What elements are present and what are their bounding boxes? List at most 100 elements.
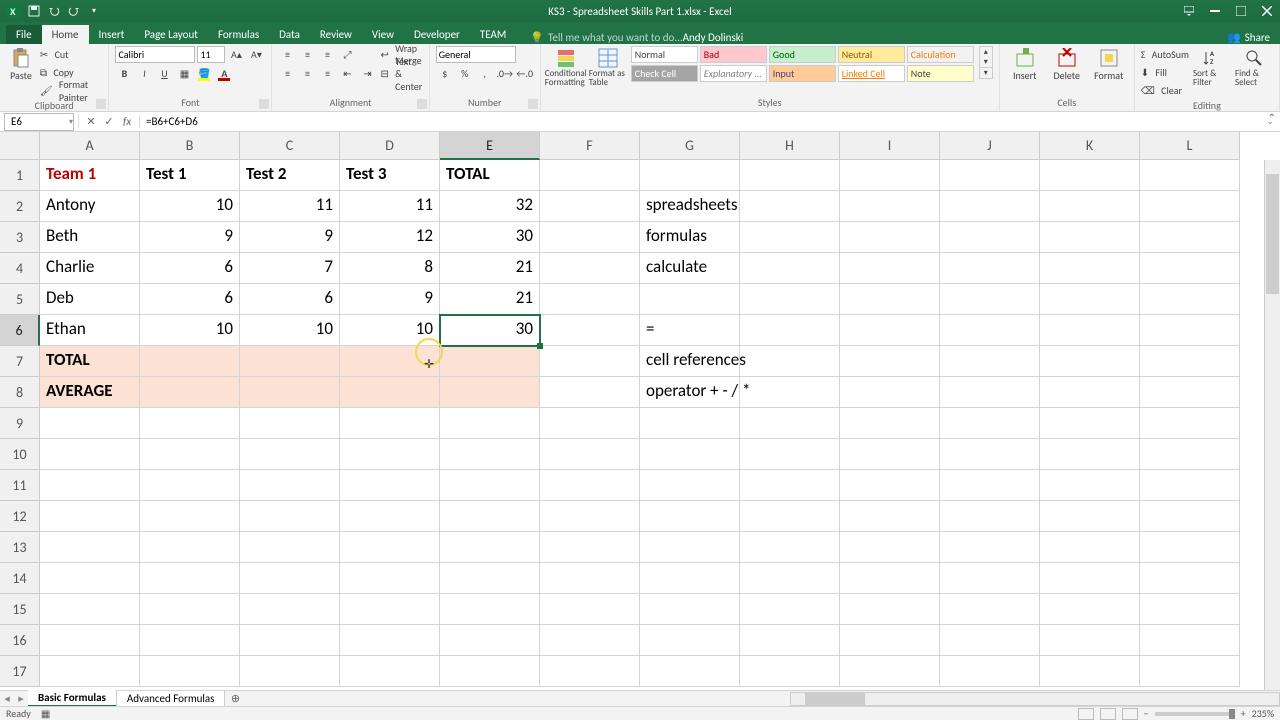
cell-H10[interactable] — [740, 439, 840, 470]
tab-data[interactable]: Data — [269, 25, 310, 44]
cell-L1[interactable] — [1140, 160, 1240, 191]
cell-D17[interactable] — [340, 656, 440, 687]
cell-J12[interactable] — [940, 501, 1040, 532]
align-middle-icon[interactable]: ≡ — [298, 46, 316, 63]
cell-A15[interactable] — [40, 594, 140, 625]
cell-I2[interactable] — [840, 191, 940, 222]
formula-input[interactable]: =B6+C6+D6 — [140, 115, 1266, 128]
cell-H6[interactable] — [740, 315, 840, 346]
cell-D7[interactable] — [340, 346, 440, 377]
cell-H14[interactable] — [740, 563, 840, 594]
cell-A2[interactable]: Antony — [40, 191, 140, 222]
accept-formula-icon[interactable]: ✓ — [101, 115, 117, 128]
cell-I4[interactable] — [840, 253, 940, 284]
format-painter-button[interactable]: 🖌 Format Painter — [40, 82, 103, 99]
styles-gallery-more[interactable]: ▴ ▾ ▾ — [979, 46, 993, 79]
tell-me-search[interactable]: 💡 Tell me what you want to do... — [530, 31, 682, 44]
cell-H8[interactable] — [740, 377, 840, 408]
insert-cells-button[interactable]: Insert — [1006, 46, 1044, 82]
page-layout-view-icon[interactable] — [1100, 708, 1116, 720]
cell-J9[interactable] — [940, 408, 1040, 439]
cell-E8[interactable] — [440, 377, 540, 408]
cell-F17[interactable] — [540, 656, 640, 687]
cell-A13[interactable] — [40, 532, 140, 563]
cell-C2[interactable]: 11 — [240, 191, 340, 222]
cell-D6[interactable]: 10 — [340, 315, 440, 346]
cell-D11[interactable] — [340, 470, 440, 501]
cancel-formula-icon[interactable]: ✕ — [83, 115, 99, 128]
sort-filter-button[interactable]: AZ Sort & Filter — [1193, 46, 1231, 87]
align-center-icon[interactable]: ≡ — [298, 65, 316, 82]
cell-D13[interactable] — [340, 532, 440, 563]
cell-K3[interactable] — [1040, 222, 1140, 253]
increase-decimal-icon[interactable]: .0→ — [496, 65, 514, 82]
cell-H5[interactable] — [740, 284, 840, 315]
namebox-dropdown-icon[interactable]: ▾ — [69, 117, 73, 127]
cell-C3[interactable]: 9 — [240, 222, 340, 253]
cell-B2[interactable]: 10 — [140, 191, 240, 222]
cell-K4[interactable] — [1040, 253, 1140, 284]
macro-record-icon[interactable]: ▦ — [41, 707, 50, 720]
scrollbar-thumb[interactable] — [805, 693, 865, 705]
cell-G16[interactable] — [640, 625, 740, 656]
style-explanatory[interactable]: Explanatory ... — [700, 65, 767, 82]
cell-K7[interactable] — [1040, 346, 1140, 377]
cell-L10[interactable] — [1140, 439, 1240, 470]
sheet-tab-basic[interactable]: Basic Formulas — [28, 690, 117, 707]
align-left-icon[interactable]: ≡ — [278, 65, 296, 82]
cell-I10[interactable] — [840, 439, 940, 470]
col-header-J[interactable]: J — [940, 132, 1040, 160]
minimize-icon[interactable] — [1202, 0, 1228, 22]
cell-J8[interactable] — [940, 377, 1040, 408]
cell-E15[interactable] — [440, 594, 540, 625]
page-break-view-icon[interactable] — [1122, 708, 1138, 720]
row-header-16[interactable]: 16 — [0, 625, 40, 656]
cell-K12[interactable] — [1040, 501, 1140, 532]
cell-E11[interactable] — [440, 470, 540, 501]
format-cells-button[interactable]: Format — [1090, 46, 1128, 82]
cell-K1[interactable] — [1040, 160, 1140, 191]
cell-B14[interactable] — [140, 563, 240, 594]
cell-F13[interactable] — [540, 532, 640, 563]
cell-H3[interactable] — [740, 222, 840, 253]
cell-I13[interactable] — [840, 532, 940, 563]
tab-file[interactable]: File — [6, 25, 42, 44]
cell-L2[interactable] — [1140, 191, 1240, 222]
cell-K17[interactable] — [1040, 656, 1140, 687]
cell-A5[interactable]: Deb — [40, 284, 140, 315]
cell-G13[interactable] — [640, 532, 740, 563]
cell-H17[interactable] — [740, 656, 840, 687]
cell-I5[interactable] — [840, 284, 940, 315]
style-calculation[interactable]: Calculation — [907, 46, 974, 63]
close-icon[interactable] — [1254, 0, 1280, 22]
cell-L7[interactable] — [1140, 346, 1240, 377]
align-top-icon[interactable]: ≡ — [278, 46, 296, 63]
cell-E2[interactable]: 32 — [440, 191, 540, 222]
cell-I1[interactable] — [840, 160, 940, 191]
increase-indent-icon[interactable]: ⇥ — [358, 65, 376, 82]
autosum-button[interactable]: Σ AutoSum — [1141, 46, 1189, 63]
cell-F12[interactable] — [540, 501, 640, 532]
col-header-G[interactable]: G — [640, 132, 740, 160]
cell-J3[interactable] — [940, 222, 1040, 253]
font-color-button[interactable]: A — [215, 65, 233, 82]
cell-B13[interactable] — [140, 532, 240, 563]
cell-G15[interactable] — [640, 594, 740, 625]
italic-button[interactable]: I — [135, 65, 153, 82]
row-header-3[interactable]: 3 — [0, 222, 40, 253]
style-note[interactable]: Note — [907, 65, 974, 82]
cell-K15[interactable] — [1040, 594, 1140, 625]
row-header-4[interactable]: 4 — [0, 253, 40, 284]
row-header-8[interactable]: 8 — [0, 377, 40, 408]
row-header-2[interactable]: 2 — [0, 191, 40, 222]
horizontal-scrollbar[interactable] — [790, 692, 1280, 706]
cell-C4[interactable]: 7 — [240, 253, 340, 284]
col-header-K[interactable]: K — [1040, 132, 1140, 160]
cell-A11[interactable] — [40, 470, 140, 501]
cell-D3[interactable]: 12 — [340, 222, 440, 253]
decrease-font-icon[interactable]: A▾ — [247, 46, 265, 63]
zoom-in-icon[interactable]: + — [1241, 707, 1246, 720]
cell-F1[interactable] — [540, 160, 640, 191]
cell-E6[interactable]: 30 — [440, 315, 540, 346]
cell-I15[interactable] — [840, 594, 940, 625]
